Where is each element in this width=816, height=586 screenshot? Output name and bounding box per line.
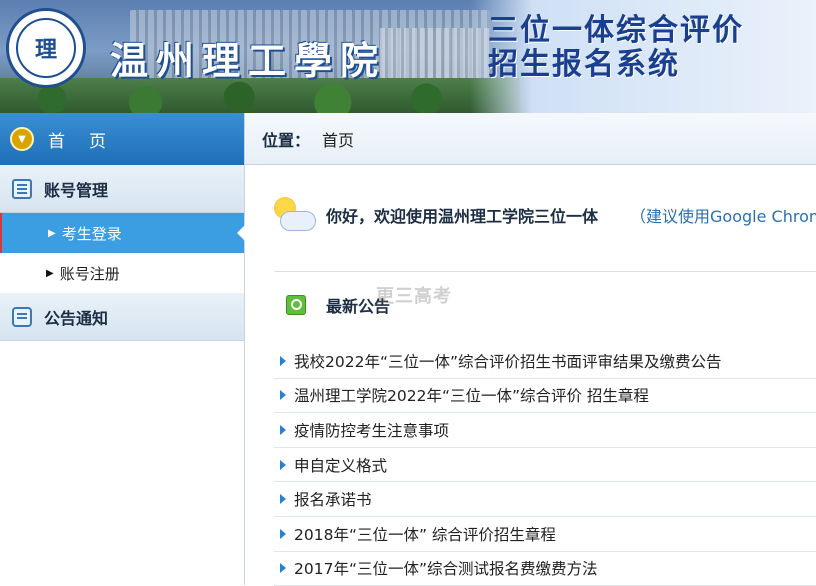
notice-item[interactable]: 疫情防控考生注意事项 <box>274 413 816 448</box>
notice-link[interactable]: 我校2022年“三位一体”综合评价招生书面评审结果及缴费公告 <box>294 350 722 372</box>
chat-icon <box>12 306 32 327</box>
watermark: 更三高考 <box>376 286 452 307</box>
sidebar: ▼ 首页 账号管理 ▶ 考生登录 ▶ 账号注册 公告通知 <box>0 113 245 585</box>
browser-hint: （建议使用Google Chrome浏览器） <box>630 207 816 226</box>
notice-link[interactable]: 2017年“三位一体”综合测试报名费缴费方法 <box>294 557 598 579</box>
sidebar-home-label: 首页 <box>48 131 130 152</box>
sidebar-section-notices[interactable]: 公告通知 <box>0 293 244 341</box>
divider <box>274 271 816 272</box>
bullet-icon <box>280 390 286 401</box>
bullet-icon <box>280 494 286 505</box>
breadcrumb-current[interactable]: 首页 <box>322 127 354 151</box>
notice-link[interactable]: 疫情防控考生注意事项 <box>294 419 449 441</box>
school-logo-emblem: 理 <box>16 18 76 78</box>
notice-list: 我校2022年“三位一体”综合评价招生书面评审结果及缴费公告 温州理工学院202… <box>274 344 816 586</box>
school-name: 温州理工學院 <box>110 38 387 83</box>
school-logo: 理 <box>6 8 86 88</box>
search-icon <box>286 295 306 315</box>
sidebar-section-notices-title: 公告通知 <box>44 308 109 328</box>
bullet-icon <box>280 563 286 574</box>
sidebar-section-account-title: 账号管理 <box>44 180 109 200</box>
sidebar-section-account[interactable]: 账号管理 <box>0 165 244 213</box>
sidebar-item-account-register[interactable]: ▶ 账号注册 <box>0 253 244 293</box>
caret-right-icon: ▶ <box>46 267 54 279</box>
sun-cloud-icon <box>270 195 316 235</box>
caret-right-icon: ▶ <box>48 227 56 239</box>
notice-item[interactable]: 温州理工学院2022年“三位一体”综合评价 招生章程 <box>274 379 816 414</box>
notices-header: 最新公告 <box>286 290 390 320</box>
header-banner: 理 温州理工學院 三位一体综合评价 招生报名系统 <box>0 0 816 113</box>
bullet-icon <box>280 459 286 470</box>
welcome-greeting: 你好，欢迎使用温州理工学院三位一体 <box>326 207 599 226</box>
notice-link[interactable]: 报名承诺书 <box>294 488 372 510</box>
notice-link[interactable]: 温州理工学院2022年“三位一体”综合评价 招生章程 <box>294 384 649 406</box>
notice-link[interactable]: 申自定义格式 <box>294 454 387 476</box>
welcome-banner: 你好，欢迎使用温州理工学院三位一体 （建议使用Google Chrome浏览器） <box>270 190 816 240</box>
breadcrumb-label: 位置： <box>262 130 311 150</box>
system-title-line2: 招生报名系统 <box>488 47 680 82</box>
bullet-icon <box>280 528 286 539</box>
notice-item[interactable]: 我校2022年“三位一体”综合评价招生书面评审结果及缴费公告 <box>274 344 816 379</box>
notice-item[interactable]: 报名承诺书 <box>274 482 816 517</box>
system-title: 三位一体综合评价 招生报名系统 <box>488 14 744 82</box>
sidebar-item-label: 考生登录 <box>61 224 122 243</box>
notice-item[interactable]: 申自定义格式 <box>274 448 816 483</box>
cloud-shape <box>280 211 316 231</box>
notice-item[interactable]: 2018年“三位一体” 综合评价招生章程 <box>274 517 816 552</box>
breadcrumb: 位置： 首页 <box>245 113 816 165</box>
list-icon <box>12 178 32 199</box>
bullet-icon <box>280 355 286 366</box>
home-dropdown-icon: ▼ <box>10 127 34 151</box>
sidebar-item-candidate-login[interactable]: ▶ 考生登录 <box>0 213 245 253</box>
sidebar-item-home[interactable]: ▼ 首页 <box>0 113 244 165</box>
bullet-icon <box>280 424 286 435</box>
sidebar-item-label: 账号注册 <box>59 264 120 283</box>
notice-item[interactable]: 2017年“三位一体”综合测试报名费缴费方法 <box>274 552 816 586</box>
system-title-line1: 三位一体综合评价 <box>488 13 744 48</box>
notice-link[interactable]: 2018年“三位一体” 综合评价招生章程 <box>294 523 556 545</box>
